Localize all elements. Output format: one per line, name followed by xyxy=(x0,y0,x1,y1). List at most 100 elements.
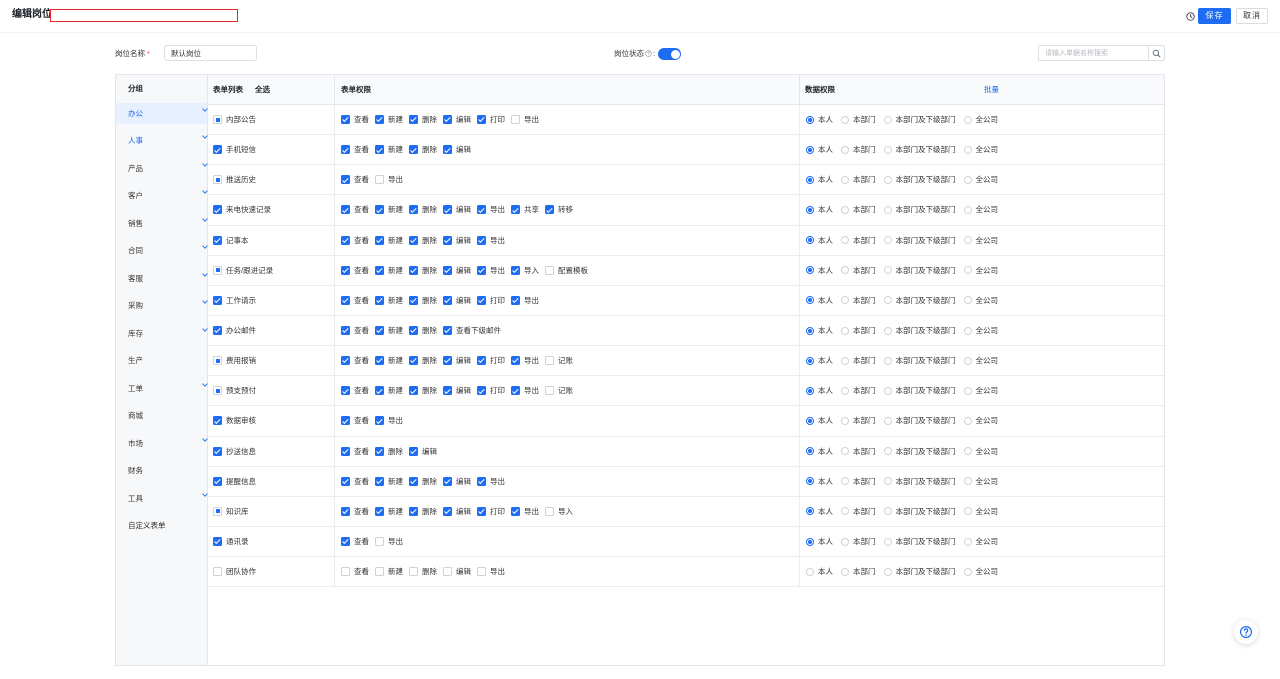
permission-checkbox[interactable]: 记账 xyxy=(545,385,573,396)
radio[interactable] xyxy=(841,326,849,335)
permission-checkbox[interactable]: 删除 xyxy=(409,325,437,336)
checkbox[interactable] xyxy=(341,567,350,577)
permission-checkbox[interactable]: 打印 xyxy=(477,506,505,517)
permission-checkbox[interactable]: 新建 xyxy=(375,204,403,215)
checkbox[interactable] xyxy=(213,175,222,185)
sidebar-group-item[interactable]: 商城 xyxy=(116,405,207,426)
sidebar-group-item[interactable]: 库存 xyxy=(116,323,208,344)
checkbox[interactable] xyxy=(375,175,384,185)
sidebar-group-item[interactable]: 工单 xyxy=(116,378,208,399)
radio[interactable] xyxy=(883,205,892,214)
checkbox[interactable] xyxy=(213,326,222,336)
form-select-checkbox[interactable]: 内部公告 xyxy=(213,114,256,125)
search-button[interactable] xyxy=(1148,45,1165,61)
data-scope-radio[interactable]: 本部门及下级部门 xyxy=(883,476,956,487)
data-scope-radio[interactable]: 本部门 xyxy=(841,415,876,426)
data-scope-radio[interactable]: 全公司 xyxy=(963,144,998,155)
help-button[interactable] xyxy=(1234,620,1258,644)
radio[interactable] xyxy=(806,266,814,275)
search-input[interactable] xyxy=(1038,45,1149,61)
data-scope-radio[interactable]: 本人 xyxy=(806,114,833,125)
checkbox[interactable] xyxy=(409,145,418,155)
checkbox[interactable] xyxy=(375,265,384,275)
permission-checkbox[interactable]: 导出 xyxy=(477,204,505,215)
radio[interactable] xyxy=(806,326,814,335)
radio[interactable] xyxy=(883,175,892,184)
data-scope-radio[interactable]: 本人 xyxy=(806,506,833,517)
form-select-checkbox[interactable]: 工作请示 xyxy=(213,295,256,306)
checkbox[interactable] xyxy=(409,265,418,275)
permission-checkbox[interactable]: 新建 xyxy=(375,235,403,246)
radio[interactable] xyxy=(806,416,814,425)
permission-checkbox[interactable]: 共享 xyxy=(511,204,539,215)
form-select-checkbox[interactable]: 来电快速记录 xyxy=(213,204,271,215)
data-scope-radio[interactable]: 本人 xyxy=(806,446,833,457)
sidebar-group-item[interactable]: 生产 xyxy=(116,350,207,371)
radio[interactable] xyxy=(841,567,849,576)
data-scope-radio[interactable]: 本部门 xyxy=(841,325,876,336)
sidebar-group-item[interactable]: 市场 xyxy=(116,433,208,454)
checkbox[interactable] xyxy=(375,145,384,155)
radio[interactable] xyxy=(841,537,849,546)
checkbox[interactable] xyxy=(511,115,520,125)
data-scope-radio[interactable]: 全公司 xyxy=(963,506,998,517)
checkbox[interactable] xyxy=(443,235,452,245)
sidebar-group-item[interactable]: 产品 xyxy=(116,158,208,179)
checkbox[interactable] xyxy=(341,295,350,305)
radio[interactable] xyxy=(841,236,849,245)
checkbox[interactable] xyxy=(409,295,418,305)
sidebar-group-item[interactable]: 合同 xyxy=(116,240,208,261)
permission-checkbox[interactable]: 删除 xyxy=(409,566,437,577)
permission-checkbox[interactable]: 打印 xyxy=(477,114,505,125)
data-scope-radio[interactable]: 本部门 xyxy=(841,265,876,276)
checkbox[interactable] xyxy=(511,356,520,366)
radio[interactable] xyxy=(806,296,814,305)
data-scope-radio[interactable]: 本人 xyxy=(806,355,833,366)
checkbox[interactable] xyxy=(213,506,222,516)
data-scope-radio[interactable]: 本人 xyxy=(806,265,833,276)
radio[interactable] xyxy=(841,416,849,425)
position-name-input[interactable] xyxy=(164,45,257,61)
permission-checkbox[interactable]: 编辑 xyxy=(443,385,471,396)
form-select-checkbox[interactable]: 手机短信 xyxy=(213,144,256,155)
checkbox[interactable] xyxy=(213,476,222,486)
permission-checkbox[interactable]: 删除 xyxy=(409,355,437,366)
checkbox[interactable] xyxy=(375,235,384,245)
data-scope-radio[interactable]: 本人 xyxy=(806,295,833,306)
checkbox[interactable] xyxy=(375,386,384,396)
permission-checkbox[interactable]: 编辑 xyxy=(443,355,471,366)
radio[interactable] xyxy=(806,567,814,576)
checkbox[interactable] xyxy=(375,115,384,125)
permission-checkbox[interactable]: 查看 xyxy=(341,174,369,185)
checkbox[interactable] xyxy=(443,145,452,155)
sidebar-group-item[interactable]: 销售 xyxy=(116,213,208,234)
checkbox[interactable] xyxy=(545,356,554,366)
radio[interactable] xyxy=(841,266,849,275)
checkbox[interactable] xyxy=(545,506,554,516)
radio[interactable] xyxy=(963,266,972,275)
permission-checkbox[interactable]: 删除 xyxy=(409,476,437,487)
data-scope-radio[interactable]: 全公司 xyxy=(963,536,998,547)
permission-checkbox[interactable]: 新建 xyxy=(375,114,403,125)
permission-checkbox[interactable]: 导出 xyxy=(511,385,539,396)
select-all-link[interactable]: 全选 xyxy=(255,84,270,95)
form-select-checkbox[interactable]: 任务/跟进记录 xyxy=(213,265,273,276)
sidebar-group-item[interactable]: 人事 xyxy=(116,130,208,151)
permission-checkbox[interactable]: 删除 xyxy=(409,385,437,396)
permission-checkbox[interactable]: 查看 xyxy=(341,295,369,306)
radio[interactable] xyxy=(963,236,972,245)
cancel-button[interactable]: 取消 xyxy=(1236,8,1268,24)
radio[interactable] xyxy=(883,296,892,305)
data-scope-radio[interactable]: 全公司 xyxy=(963,295,998,306)
history-icon[interactable] xyxy=(1186,12,1195,21)
radio[interactable] xyxy=(841,386,849,395)
batch-link[interactable]: 批量 xyxy=(984,75,999,105)
checkbox[interactable] xyxy=(511,205,520,215)
permission-checkbox[interactable]: 导出 xyxy=(511,355,539,366)
radio[interactable] xyxy=(963,477,972,486)
permission-checkbox[interactable]: 新建 xyxy=(375,506,403,517)
checkbox[interactable] xyxy=(341,115,350,125)
checkbox[interactable] xyxy=(375,506,384,516)
checkbox[interactable] xyxy=(443,567,452,577)
data-scope-radio[interactable]: 本部门 xyxy=(841,476,876,487)
